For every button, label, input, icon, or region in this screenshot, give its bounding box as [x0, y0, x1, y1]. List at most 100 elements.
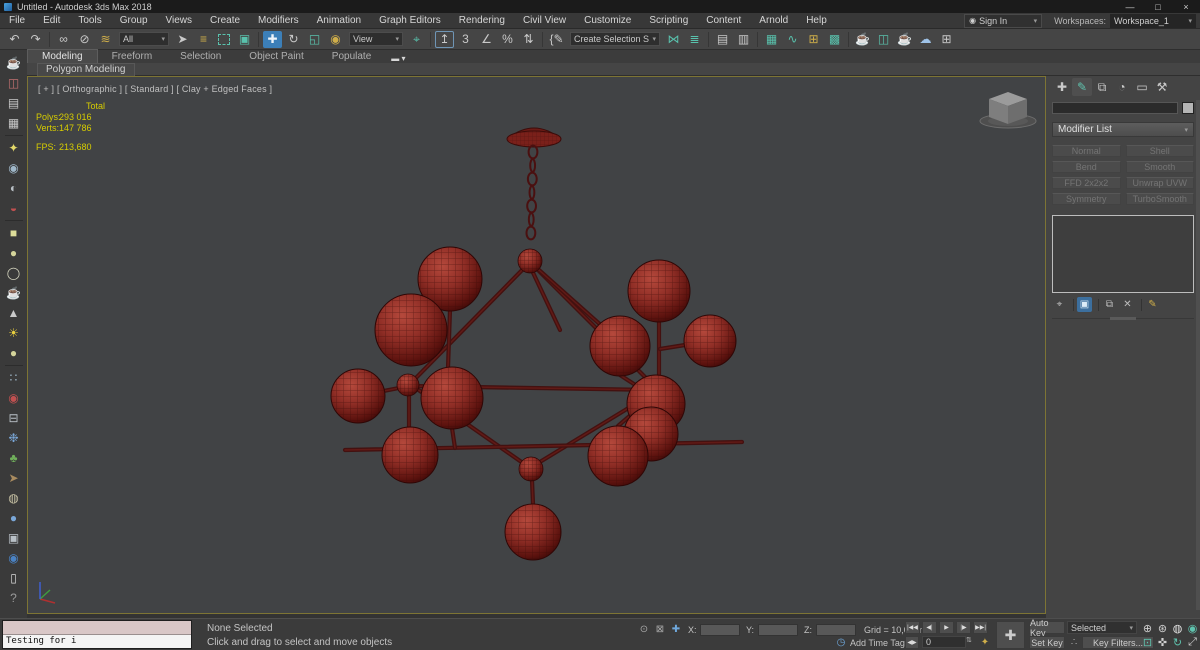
frame-spinner[interactable]: ⇅: [966, 636, 972, 644]
panel-scrollbar[interactable]: [1196, 100, 1200, 610]
rendered-frame-small-icon[interactable]: ◫: [5, 74, 23, 92]
select-similar-icon[interactable]: ◉: [5, 549, 23, 567]
viewport[interactable]: [ + ] [ Orthographic ] [ Standard ] [ Cl…: [27, 76, 1046, 614]
controller-icon[interactable]: ⊟: [5, 409, 23, 427]
layer-explorer-toggle-icon[interactable]: ▥: [734, 31, 753, 48]
ribbon-tab-freeform[interactable]: Freeform: [98, 50, 167, 63]
key-toggle-icon[interactable]: ✦: [978, 637, 992, 648]
angle-snap-icon[interactable]: ∠: [477, 31, 496, 48]
menu-civil-view[interactable]: Civil View: [514, 13, 575, 28]
maxscript-mini-listener[interactable]: Testing for i: [2, 620, 192, 649]
menu-animation[interactable]: Animation: [308, 13, 370, 28]
planet-icon[interactable]: ◍: [5, 489, 23, 507]
render-setup-icon[interactable]: ☕: [853, 31, 872, 48]
asset-browser-icon[interactable]: ▣: [5, 529, 23, 547]
omni-light-icon[interactable]: ☀: [5, 324, 23, 342]
object-name-field[interactable]: [1052, 102, 1178, 114]
absolute-mode-icon[interactable]: ✚: [669, 624, 683, 635]
utilities-tab[interactable]: ⚒: [1152, 78, 1172, 96]
set-keys-button[interactable]: ✚: [996, 621, 1025, 649]
menu-edit[interactable]: Edit: [34, 13, 69, 28]
modify-tab[interactable]: ✎: [1072, 78, 1092, 96]
remove-modifier-icon[interactable]: ✕: [1120, 297, 1135, 312]
listener-input-line[interactable]: Testing for i: [3, 635, 191, 648]
blob-primitive-icon[interactable]: ●: [5, 244, 23, 262]
menu-arnold[interactable]: Arnold: [750, 13, 797, 28]
menu-customize[interactable]: Customize: [575, 13, 640, 28]
ribbon-tab-populate[interactable]: Populate: [318, 50, 385, 63]
box-primitive-icon[interactable]: ■: [5, 224, 23, 242]
shade-selected-icon[interactable]: ◐: [5, 179, 23, 197]
scene-explorer-toggle-icon[interactable]: ▤: [713, 31, 732, 48]
pin-stack-icon[interactable]: ⌖: [1052, 297, 1067, 312]
z-coordinate-input[interactable]: [816, 624, 856, 636]
layer-explorer-panel-icon[interactable]: ▦: [5, 114, 23, 132]
next-frame-button[interactable]: |▶: [956, 621, 971, 634]
modifier-list-dropdown[interactable]: Modifier List ▾: [1052, 122, 1194, 137]
bird-icon[interactable]: ➤: [5, 469, 23, 487]
add-time-tag[interactable]: Add Time Tag: [850, 638, 905, 648]
modifier-button-shell[interactable]: Shell: [1125, 145, 1194, 157]
x-coordinate-input[interactable]: [700, 624, 740, 636]
material-check-icon[interactable]: ◒: [5, 199, 23, 217]
go-to-end-button[interactable]: ▶▶|: [973, 621, 988, 634]
schematic-view-icon[interactable]: ⊞: [804, 31, 823, 48]
polygon-modeling-panel[interactable]: Polygon Modeling: [37, 62, 135, 76]
orbit-icon[interactable]: ↻: [1170, 635, 1185, 649]
workspace-dropdown[interactable]: Workspace_1 ▾: [1110, 13, 1196, 28]
render-production-icon[interactable]: ☕: [895, 31, 914, 48]
selection-set-dropdown[interactable]: Selected ▾: [1067, 621, 1137, 634]
dynamics-spheres-icon[interactable]: ◉: [5, 389, 23, 407]
unlink-selection-icon[interactable]: ⊘: [75, 31, 94, 48]
render-flyout-icon[interactable]: ⊞: [937, 31, 956, 48]
selection-lock-icon[interactable]: ⊠: [653, 624, 667, 635]
menu-rendering[interactable]: Rendering: [450, 13, 514, 28]
material-editor-icon[interactable]: ▩: [825, 31, 844, 48]
named-selection-sets-icon[interactable]: {✎: [547, 31, 566, 48]
curve-editor-icon[interactable]: ∿: [783, 31, 802, 48]
reference-coordsys-dropdown[interactable]: View ▾: [349, 32, 403, 46]
time-tag-icon[interactable]: ◷: [834, 637, 848, 648]
use-pivot-center-icon[interactable]: ⌖: [407, 31, 426, 48]
scene-explorer-panel-icon[interactable]: ▤: [5, 94, 23, 112]
rendered-frame-window-icon[interactable]: ◫: [874, 31, 893, 48]
cone-primitive-icon[interactable]: ▲: [5, 304, 23, 322]
select-object-icon[interactable]: ➤: [173, 31, 192, 48]
sign-in-button[interactable]: ◉ Sign In ▾: [964, 13, 1043, 28]
help-icon[interactable]: ?: [5, 589, 23, 607]
menu-views[interactable]: Views: [157, 13, 202, 28]
foliage-icon[interactable]: ♣: [5, 449, 23, 467]
teapot-icon[interactable]: ☕: [5, 54, 23, 72]
minimize-button[interactable]: —: [1116, 2, 1144, 12]
select-rotate-icon[interactable]: ↻: [284, 31, 303, 48]
rollout-divider[interactable]: [1052, 317, 1194, 320]
menu-scripting[interactable]: Scripting: [640, 13, 697, 28]
zoom-extents-all-icon[interactable]: ◉: [1185, 621, 1200, 635]
snaps-toggle-icon[interactable]: ↥: [435, 30, 454, 48]
modifier-button-smooth[interactable]: Smooth: [1125, 161, 1194, 173]
close-button[interactable]: ×: [1172, 2, 1200, 12]
particles-icon[interactable]: ∷: [5, 369, 23, 387]
modifier-button-symmetry[interactable]: Symmetry: [1052, 193, 1121, 205]
zoom-icon[interactable]: ⊕: [1140, 621, 1155, 635]
listener-macro-line[interactable]: [3, 621, 191, 635]
select-by-name-icon[interactable]: ≡: [194, 31, 213, 48]
menu-create[interactable]: Create: [201, 13, 249, 28]
configure-modifier-sets-icon[interactable]: ✎: [1145, 297, 1160, 312]
spinner-snap-icon[interactable]: ⇅: [519, 31, 538, 48]
menu-help[interactable]: Help: [797, 13, 836, 28]
zoom-region-icon[interactable]: ⊡: [1140, 635, 1155, 649]
menu-graph-editors[interactable]: Graph Editors: [370, 13, 450, 28]
viewport-label[interactable]: [ + ] [ Orthographic ] [ Standard ] [ Cl…: [38, 84, 272, 94]
ribbon-toggle-icon[interactable]: ▦: [762, 31, 781, 48]
selection-filter-dropdown[interactable]: All ▾: [119, 32, 169, 46]
snap-3d-icon[interactable]: 3: [456, 31, 475, 48]
align-icon[interactable]: ≣: [685, 31, 704, 48]
window-crossing-icon[interactable]: ▣: [235, 31, 254, 48]
create-tab[interactable]: ✚: [1052, 78, 1072, 96]
menu-file[interactable]: File: [0, 13, 34, 28]
zoom-all-icon[interactable]: ⊛: [1155, 621, 1170, 635]
key-filters-icon[interactable]: ∴: [1067, 637, 1081, 648]
motion-tab[interactable]: ◔: [1112, 78, 1132, 96]
object-color-swatch[interactable]: [1182, 102, 1194, 114]
